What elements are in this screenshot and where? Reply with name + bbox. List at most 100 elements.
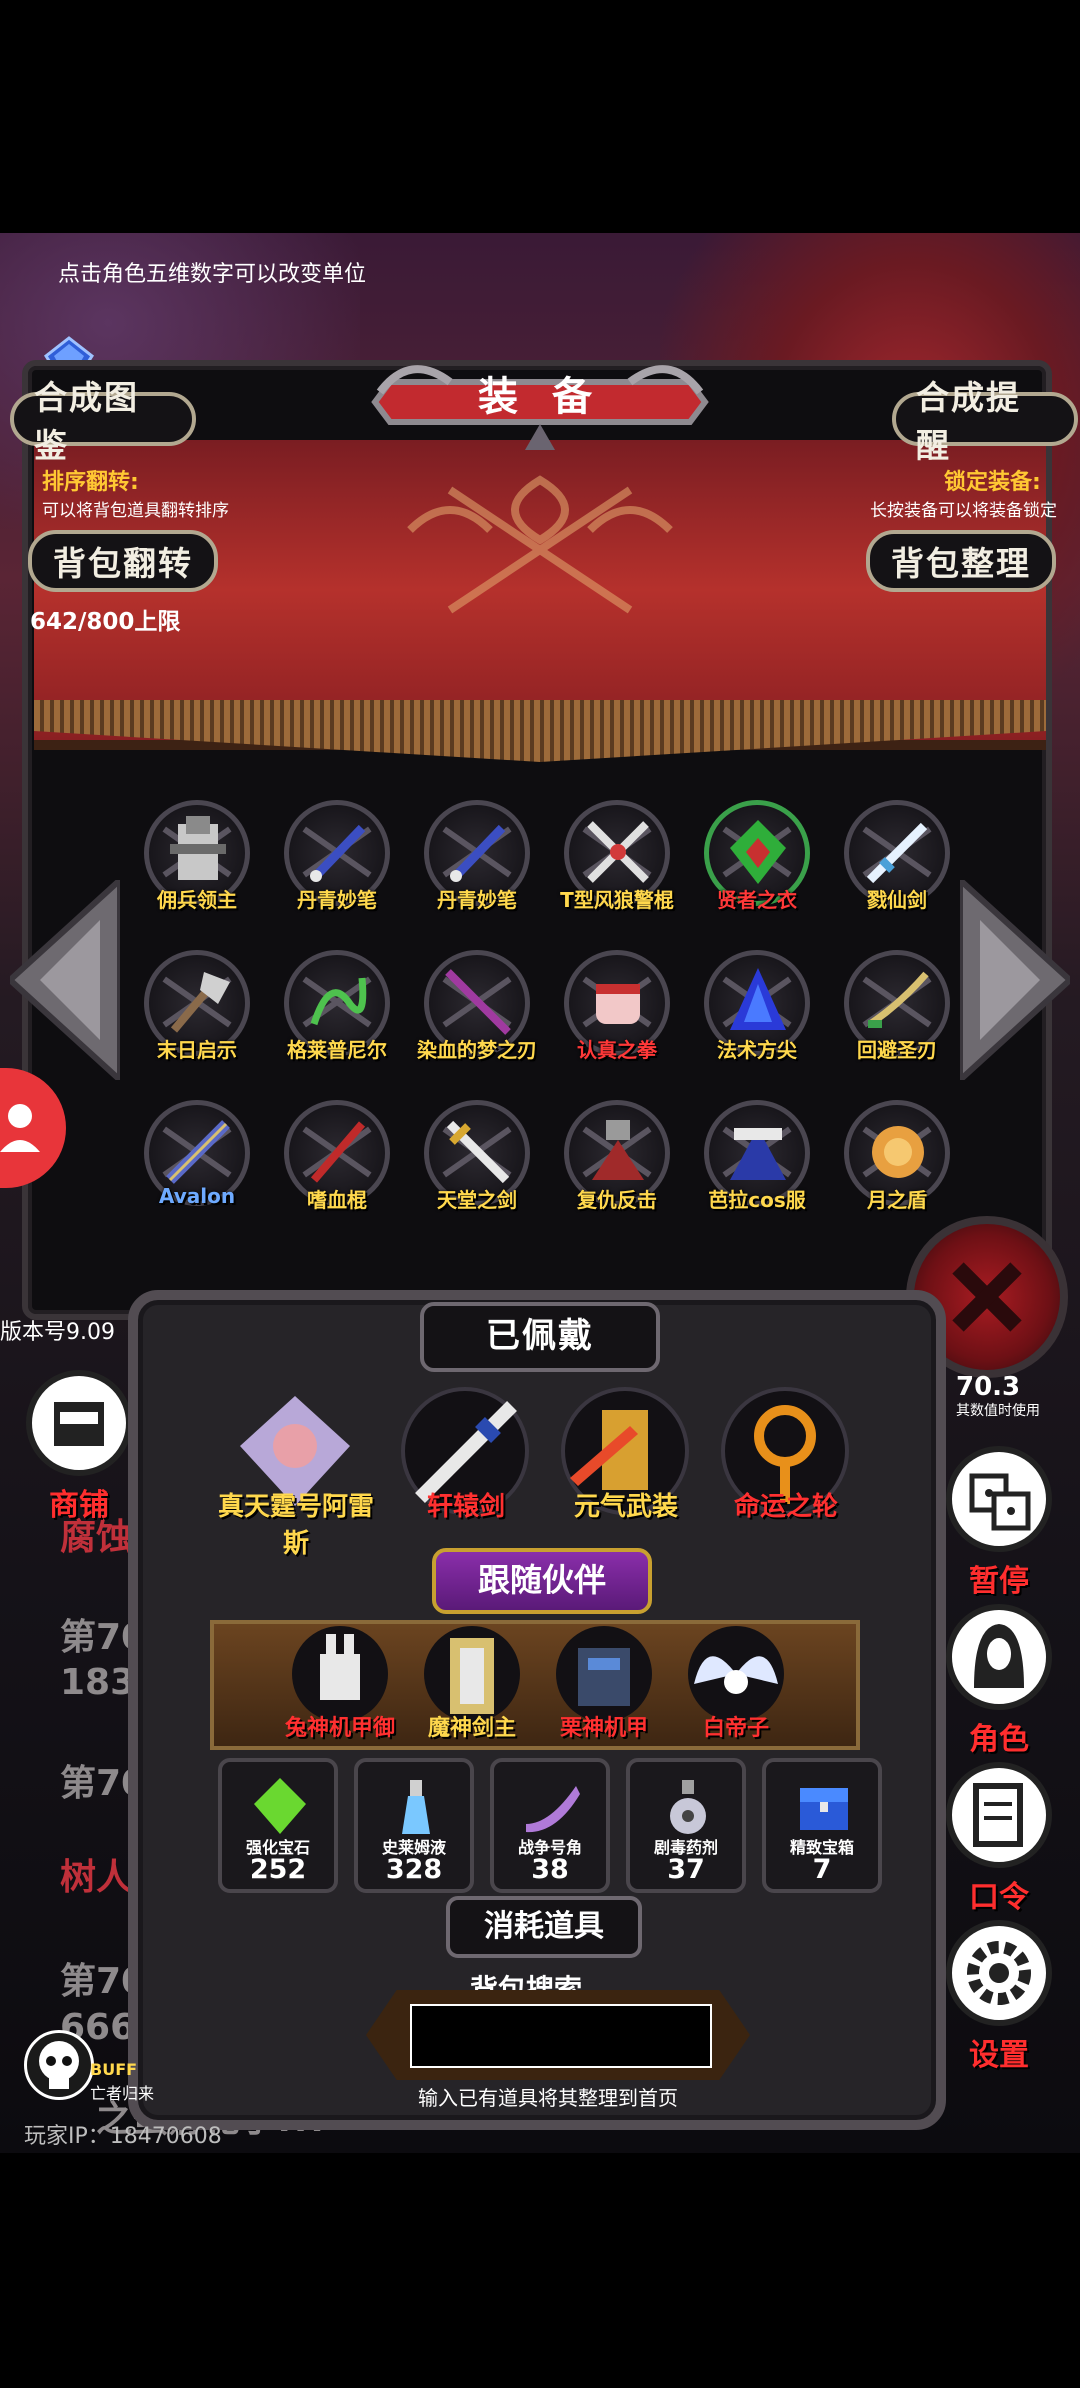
- consumable-item[interactable]: 强化宝石 252: [218, 1758, 338, 1893]
- inventory-item[interactable]: 复仇反击: [552, 1100, 682, 1230]
- hint-text: 点击角色五维数字可以改变单位: [58, 262, 367, 287]
- inventory-item[interactable]: T型风狼警棍: [552, 800, 682, 930]
- staff-icon: [310, 1121, 366, 1183]
- inventory-item[interactable]: 戮仙剑: [832, 800, 962, 930]
- next-page-arrow[interactable]: [960, 880, 1070, 1080]
- potion-flask-icon: [402, 1780, 430, 1834]
- partner-item[interactable]: 栗神机甲: [544, 1624, 664, 1754]
- inventory-item[interactable]: 天堂之剑: [412, 1100, 542, 1230]
- buff-button[interactable]: [24, 2030, 94, 2100]
- heaven-sword-icon: [446, 1120, 510, 1184]
- consumable-item[interactable]: 战争号角 38: [490, 1758, 610, 1893]
- skull-icon: [39, 2041, 79, 2089]
- version-label: 版本号9.09: [0, 1320, 115, 1345]
- settings-button[interactable]: 设置: [944, 1918, 1054, 2078]
- angel-wings-icon: [688, 1626, 784, 1722]
- item-label: 法术方尖: [717, 1038, 797, 1062]
- shop-button[interactable]: 商铺: [24, 1368, 134, 1528]
- consumable-item[interactable]: 精致宝箱 7: [762, 1758, 882, 1893]
- consumable-count: 37: [667, 1854, 705, 1885]
- scabbard-icon: [166, 1120, 230, 1184]
- item-label: 丹青妙笔: [437, 888, 517, 912]
- item-label: 嗜血棍: [307, 1188, 367, 1212]
- inventory-item[interactable]: 末日启示: [132, 950, 262, 1080]
- item-label: 染血的梦之刃: [417, 1038, 537, 1062]
- equipped-item[interactable]: 真天霆号阿雷斯: [218, 1386, 374, 1559]
- partner-item[interactable]: 魔神剑主: [412, 1624, 532, 1754]
- demon-sword-icon: [424, 1626, 520, 1722]
- code-label: 口令: [969, 1880, 1029, 1915]
- item-label: 贤者之衣: [717, 888, 797, 912]
- code-button[interactable]: 口令: [944, 1760, 1054, 1920]
- page-title: 装 备: [478, 374, 602, 420]
- mech-golem-icon: [556, 1626, 652, 1722]
- pause-button[interactable]: 暂停: [944, 1444, 1054, 1604]
- shop-label: 商铺: [49, 1488, 109, 1523]
- inventory-item[interactable]: 月之盾: [832, 1100, 962, 1230]
- gem-icon: [254, 1778, 306, 1834]
- equipped-item[interactable]: 元气武装: [556, 1386, 696, 1536]
- inventory-item[interactable]: 丹青妙笔: [272, 800, 402, 930]
- inventory-item[interactable]: 染血的梦之刃: [412, 950, 542, 1080]
- buff-sub-label: 亡者归来: [90, 2084, 155, 2103]
- bag-search-input[interactable]: [410, 2004, 712, 2068]
- lock-note-title: 锁定装备:: [944, 470, 1041, 495]
- moon-shield-icon: [872, 1126, 924, 1178]
- inventory-item[interactable]: 芭拉cos服: [692, 1100, 822, 1230]
- profile-button[interactable]: [0, 1068, 66, 1188]
- baton-icon: [587, 821, 649, 883]
- hooded-figure-icon: [946, 1604, 1052, 1710]
- bag-sort-button[interactable]: 背包整理: [866, 530, 1056, 592]
- equipped-label: 轩辕剑: [426, 1492, 505, 1522]
- settings-label: 设置: [969, 2038, 1029, 2073]
- bag-search-hint: 输入已有道具将其整理到首页: [418, 2086, 678, 2110]
- consumable-item[interactable]: 剧毒药剂 37: [626, 1758, 746, 1893]
- equipped-item[interactable]: 命运之轮: [716, 1386, 856, 1536]
- prev-page-arrow[interactable]: [10, 880, 120, 1080]
- synthesis-reminder-button[interactable]: 合成提醒: [892, 378, 1078, 465]
- inventory-item[interactable]: 丹青妙笔: [412, 800, 542, 930]
- item-label: 末日启示: [157, 1038, 237, 1062]
- role-button[interactable]: 角色: [944, 1602, 1054, 1762]
- item-label: 丹青妙笔: [297, 888, 377, 912]
- flip-note-title: 排序翻转:: [42, 470, 139, 495]
- sword-icon: [866, 822, 928, 884]
- obelisk-icon: [730, 968, 786, 1030]
- consumables-heading: 消耗道具: [446, 1896, 642, 1958]
- item-label: 芭拉cos服: [708, 1188, 806, 1212]
- inventory-item[interactable]: 法术方尖: [692, 950, 822, 1080]
- equipped-label: 元气武装: [573, 1492, 678, 1522]
- axe-icon: [170, 972, 230, 1033]
- item-label: 天堂之剑: [437, 1188, 517, 1212]
- right-stat-value: 70.3: [956, 1372, 1021, 1402]
- equipped-item[interactable]: 轩辕剑: [396, 1386, 536, 1536]
- player-ip: 玩家IP：18470608: [24, 2124, 222, 2149]
- armor-icon: [170, 816, 226, 880]
- inventory-item[interactable]: Avalon: [132, 1100, 262, 1230]
- pause-label: 暂停: [969, 1564, 1029, 1599]
- buff-label: BUFF: [90, 2060, 138, 2079]
- role-label: 角色: [969, 1722, 1029, 1757]
- partners-heading: 跟随伙伴: [432, 1548, 652, 1614]
- log-line: 树人: [60, 1857, 133, 1898]
- partner-item[interactable]: 白帝子: [676, 1624, 796, 1754]
- consumable-item[interactable]: 史莱姆液 328: [354, 1758, 474, 1893]
- bag-flip-button[interactable]: 背包翻转: [28, 530, 218, 592]
- user-icon: [0, 1104, 40, 1152]
- inventory-item[interactable]: 回避圣刃: [832, 950, 962, 1080]
- item-label: 格莱普尼尔: [287, 1038, 387, 1062]
- flip-note-sub: 可以将背包道具翻转排序: [42, 501, 229, 521]
- item-label: 复仇反击: [577, 1188, 657, 1212]
- partner-item[interactable]: 兔神机甲御: [280, 1624, 400, 1754]
- inventory-item[interactable]: 佣兵领主: [132, 800, 262, 930]
- gear-icon: [946, 1920, 1052, 2026]
- inventory-item[interactable]: 嗜血棍: [272, 1100, 402, 1230]
- inventory-item[interactable]: 格莱普尼尔: [272, 950, 402, 1080]
- item-label: 认真之拳: [577, 1038, 657, 1062]
- dice-icon: [946, 1446, 1052, 1552]
- item-label: 戮仙剑: [867, 888, 927, 912]
- inventory-item[interactable]: 认真之拳: [552, 950, 682, 1080]
- war-horn-icon: [526, 1786, 580, 1833]
- codex-button[interactable]: 合成图鉴: [10, 378, 196, 465]
- inventory-item[interactable]: 贤者之衣: [692, 800, 822, 930]
